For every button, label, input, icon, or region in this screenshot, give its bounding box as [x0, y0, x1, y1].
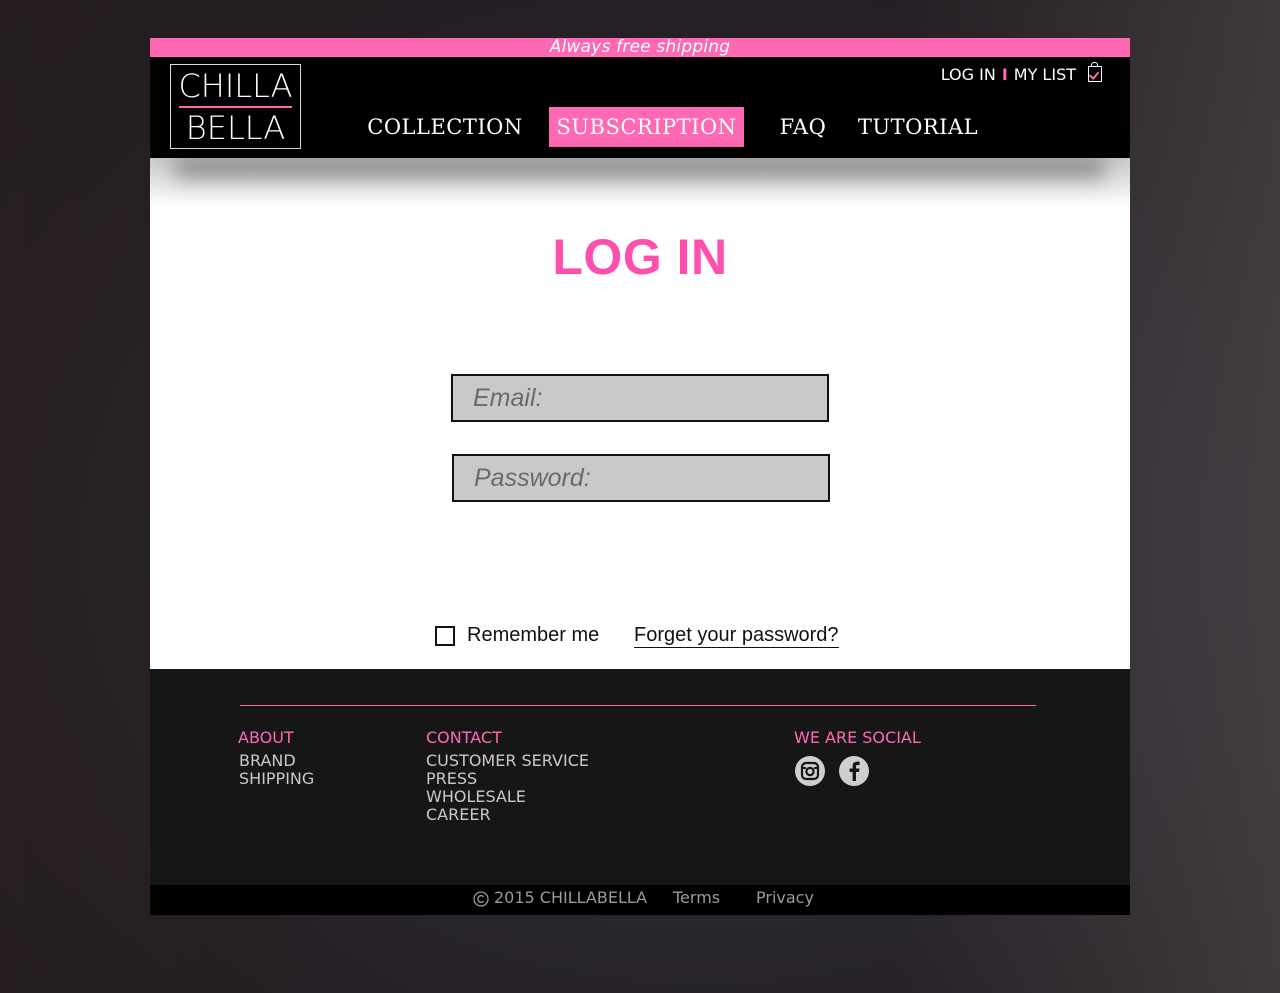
- social-icons: [794, 756, 921, 786]
- page-title: LOG IN: [552, 229, 728, 285]
- password-input[interactable]: [454, 456, 828, 500]
- page-container: Always free shipping CHILLA BELLA LOG IN…: [150, 38, 1130, 915]
- my-list-link[interactable]: MY LIST: [1014, 65, 1076, 84]
- facebook-icon[interactable]: [839, 756, 869, 786]
- main-nav: COLLECTION SUBSCRIPTION FAQ TUTORIAL: [150, 107, 1130, 147]
- nav-item-collection[interactable]: COLLECTION: [355, 107, 535, 147]
- header-shadow: [150, 158, 1130, 208]
- footer-contact-heading: CONTACT: [426, 728, 502, 747]
- footer-about: ABOUT BRAND SHIPPING: [238, 728, 314, 788]
- footer-divider: [240, 705, 1036, 706]
- forgot-password-link[interactable]: Forget your password?: [634, 624, 839, 648]
- privacy-link[interactable]: Privacy: [756, 888, 814, 907]
- footer-link-wholesale[interactable]: WHOLESALE: [426, 788, 589, 806]
- footer-social-heading: WE ARE SOCIAL: [794, 728, 921, 747]
- footer-about-heading: ABOUT: [238, 728, 294, 747]
- email-field[interactable]: [451, 374, 829, 422]
- copyright-text: 2015 CHILLABELLA: [494, 888, 648, 907]
- account-links: LOG IN I MY LIST: [941, 61, 1102, 84]
- link-separator: I: [1001, 65, 1008, 84]
- instagram-icon[interactable]: [795, 756, 825, 786]
- shopping-bag-check-icon[interactable]: [1088, 61, 1102, 82]
- nav-item-faq[interactable]: FAQ: [768, 107, 838, 147]
- email-input[interactable]: [453, 376, 827, 420]
- nav-item-subscription[interactable]: SUBSCRIPTION: [549, 107, 744, 147]
- footer-social: WE ARE SOCIAL: [794, 728, 921, 786]
- nav-item-tutorial[interactable]: TUTORIAL: [856, 107, 980, 147]
- remember-me[interactable]: Remember me: [435, 624, 599, 647]
- remember-checkbox[interactable]: [435, 625, 455, 646]
- promo-text: Always free shipping: [549, 37, 731, 57]
- logo-line-1: CHILLA: [178, 67, 293, 105]
- copyright-icon: [473, 888, 489, 908]
- footer-link-career[interactable]: CAREER: [426, 806, 589, 824]
- footer-link-press[interactable]: PRESS: [426, 770, 589, 788]
- site-footer: ABOUT BRAND SHIPPING CONTACT CUSTOMER SE…: [150, 669, 1130, 885]
- site-header: CHILLA BELLA LOG IN I MY LIST COLLECTION…: [150, 57, 1130, 158]
- footer-link-customer-service[interactable]: CUSTOMER SERVICE: [426, 752, 589, 770]
- remember-label: Remember me: [467, 624, 600, 646]
- footer-link-shipping[interactable]: SHIPPING: [238, 770, 314, 788]
- footer-bottom-bar: 2015 CHILLABELLA Terms Privacy: [150, 885, 1130, 915]
- promo-banner: Always free shipping: [150, 38, 1130, 57]
- terms-link[interactable]: Terms: [673, 888, 720, 907]
- footer-link-brand[interactable]: BRAND: [238, 752, 314, 770]
- login-link[interactable]: LOG IN: [941, 65, 996, 84]
- password-field[interactable]: [452, 454, 830, 502]
- footer-contact: CONTACT CUSTOMER SERVICE PRESS WHOLESALE…: [426, 728, 589, 824]
